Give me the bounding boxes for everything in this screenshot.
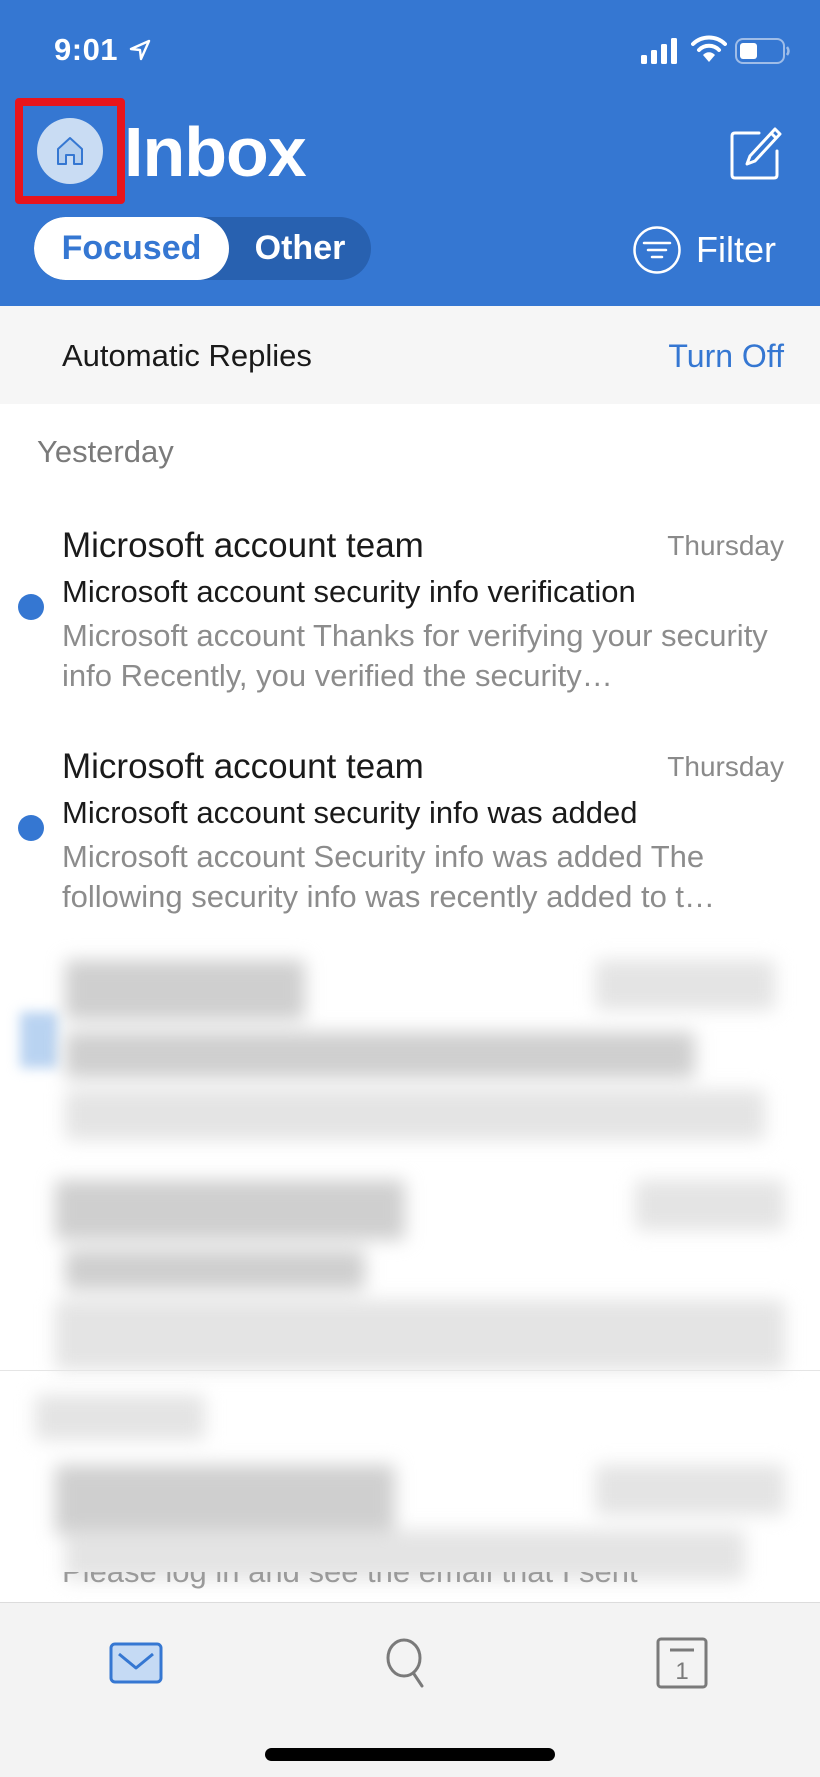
account-avatar: [37, 118, 103, 184]
section-header-yesterday: Yesterday: [37, 434, 174, 469]
mail-subject: Microsoft account security info was adde…: [62, 795, 638, 830]
status-time: 9:01: [54, 32, 119, 67]
filter-button[interactable]: Filter: [632, 224, 776, 276]
mail-sender: Microsoft account team: [62, 747, 424, 786]
automatic-replies-banner: Automatic Replies Turn Off: [0, 306, 820, 404]
blurred-mail-item[interactable]: [35, 950, 785, 1150]
mail-sender: Microsoft account team: [62, 526, 424, 565]
mail-list-item[interactable]: Microsoft account team Thursday Microsof…: [0, 729, 820, 944]
mail-preview: Microsoft account Security info was adde…: [62, 839, 716, 914]
mail-list-item[interactable]: Microsoft account team Thursday Microsof…: [0, 508, 820, 723]
tab-search[interactable]: [379, 1633, 439, 1693]
blurred-mail-item[interactable]: [35, 1170, 785, 1370]
mail-subject: Microsoft account security info verifica…: [62, 574, 636, 609]
cellular-signal-icon: [641, 38, 677, 64]
tab-focused[interactable]: Focused: [34, 217, 229, 280]
search-icon: [386, 1638, 424, 1688]
battery-icon: [735, 38, 790, 64]
turn-off-button[interactable]: Turn Off: [668, 338, 784, 375]
status-bar: 9:01: [0, 0, 820, 100]
inbox-header: 9:01 Inbox Focused Other Filter: [0, 0, 820, 306]
partial-preview-text: Please log in and see the email that I s…: [62, 1572, 638, 1589]
partial-mail-preview: Please log in and see the email that I s…: [62, 1572, 638, 1590]
focused-other-toggle: Focused Other: [34, 217, 371, 280]
mail-date: Thursday: [667, 751, 784, 782]
tab-mail[interactable]: [106, 1633, 166, 1693]
tab-calendar[interactable]: 1: [652, 1633, 712, 1693]
mail-date: Thursday: [667, 530, 784, 561]
page-title: Inbox: [124, 113, 307, 191]
compose-icon[interactable]: [729, 127, 783, 181]
home-button[interactable]: [15, 98, 125, 204]
filter-icon: [633, 226, 681, 274]
tab-other[interactable]: Other: [229, 217, 371, 280]
section-divider: [0, 1370, 820, 1371]
unread-indicator: [18, 815, 44, 841]
automatic-replies-label: Automatic Replies: [62, 338, 312, 373]
calendar-icon: 1: [656, 1637, 708, 1689]
location-arrow-icon: [129, 39, 151, 61]
home-icon: [57, 137, 83, 165]
mail-preview: Microsoft account Thanks for verifying y…: [62, 618, 768, 693]
wifi-icon: [691, 35, 727, 62]
unread-indicator: [18, 594, 44, 620]
home-indicator[interactable]: [265, 1748, 555, 1761]
mail-icon: [109, 1642, 163, 1684]
blurred-mail-item[interactable]: [35, 1390, 785, 1590]
filter-label: Filter: [696, 229, 776, 270]
calendar-day-number: 1: [675, 1658, 688, 1685]
